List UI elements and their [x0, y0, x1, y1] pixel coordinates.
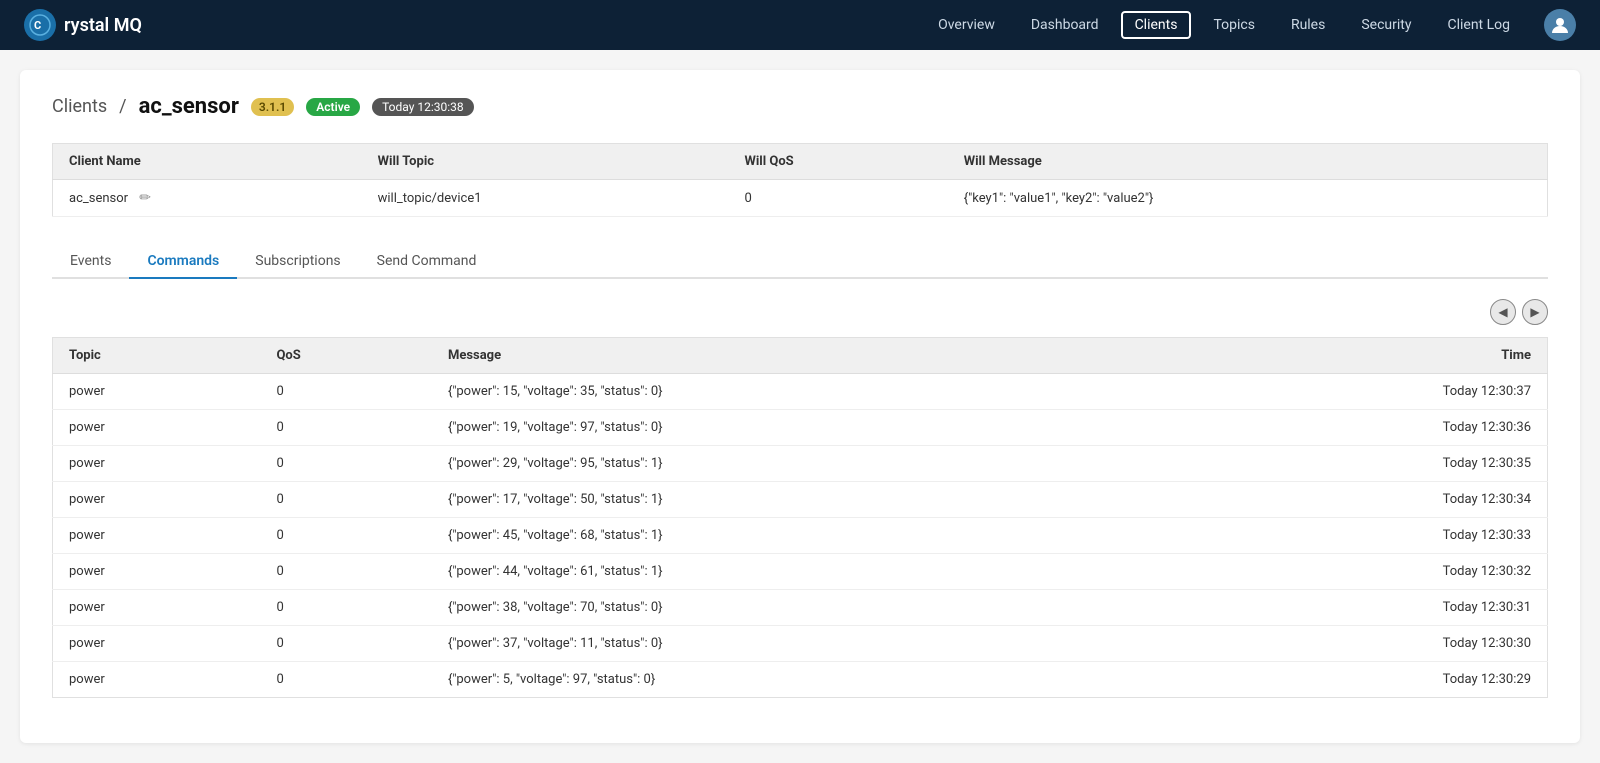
row-topic: power: [53, 410, 261, 446]
cmd-col-qos: QoS: [260, 338, 431, 374]
nav-rules[interactable]: Rules: [1277, 11, 1339, 39]
row-time: Today 12:30:31: [1179, 590, 1547, 626]
nav-client-log[interactable]: Client Log: [1433, 11, 1524, 39]
row-message: {"power": 38, "voltage": 70, "status": 0…: [432, 590, 1180, 626]
client-row: ac_sensor ✏ will_topic/device1 0 {"key1"…: [53, 180, 1548, 217]
table-row: power0{"power": 38, "voltage": 70, "stat…: [53, 590, 1548, 626]
row-message: {"power": 17, "voltage": 50, "status": 1…: [432, 482, 1180, 518]
nav-dashboard[interactable]: Dashboard: [1017, 11, 1113, 39]
table-row: power0{"power": 44, "voltage": 61, "stat…: [53, 554, 1548, 590]
nav-security[interactable]: Security: [1347, 11, 1425, 39]
row-time: Today 12:30:30: [1179, 626, 1547, 662]
scroll-left-button[interactable]: ◀: [1490, 299, 1516, 325]
row-message: {"power": 29, "voltage": 95, "status": 1…: [432, 446, 1180, 482]
row-qos: 0: [260, 626, 431, 662]
table-row: power0{"power": 45, "voltage": 68, "stat…: [53, 518, 1548, 554]
row-topic: power: [53, 662, 261, 698]
scroll-controls: ◀ ▶: [52, 299, 1548, 325]
row-qos: 0: [260, 662, 431, 698]
svg-text:C: C: [34, 19, 41, 32]
row-topic: power: [53, 482, 261, 518]
table-row: power0{"power": 15, "voltage": 35, "stat…: [53, 374, 1548, 410]
version-badge: 3.1.1: [251, 98, 294, 116]
breadcrumb-child: ac_sensor: [139, 94, 239, 119]
row-message: {"power": 15, "voltage": 35, "status": 0…: [432, 374, 1180, 410]
row-topic: power: [53, 626, 261, 662]
client-name-cell: ac_sensor ✏: [53, 180, 362, 217]
scroll-right-button[interactable]: ▶: [1522, 299, 1548, 325]
row-qos: 0: [260, 410, 431, 446]
breadcrumb-separator: /: [119, 96, 126, 117]
nav-topics[interactable]: Topics: [1199, 11, 1268, 39]
table-row: power0{"power": 17, "voltage": 50, "stat…: [53, 482, 1548, 518]
brand-text: rystal MQ: [64, 15, 142, 36]
tab-subscriptions[interactable]: Subscriptions: [237, 245, 358, 279]
row-qos: 0: [260, 518, 431, 554]
logo-icon: C: [24, 9, 56, 41]
user-avatar[interactable]: [1544, 9, 1576, 41]
row-qos: 0: [260, 374, 431, 410]
row-time: Today 12:30:32: [1179, 554, 1547, 590]
row-time: Today 12:30:29: [1179, 662, 1547, 698]
table-row: power0{"power": 19, "voltage": 97, "stat…: [53, 410, 1548, 446]
col-will-qos: Will QoS: [728, 144, 947, 180]
table-row: power0{"power": 5, "voltage": 97, "statu…: [53, 662, 1548, 698]
row-topic: power: [53, 518, 261, 554]
tab-events[interactable]: Events: [52, 245, 129, 279]
row-message: {"power": 45, "voltage": 68, "status": 1…: [432, 518, 1180, 554]
col-will-topic: Will Topic: [362, 144, 729, 180]
time-badge: Today 12:30:38: [372, 98, 474, 116]
cmd-col-topic: Topic: [53, 338, 261, 374]
tab-send-command[interactable]: Send Command: [359, 245, 495, 279]
table-row: power0{"power": 37, "voltage": 11, "stat…: [53, 626, 1548, 662]
client-will-message: {"key1": "value1", "key2": "value2"}: [948, 180, 1548, 217]
tabs-bar: Events Commands Subscriptions Send Comma…: [52, 245, 1548, 279]
nav-overview[interactable]: Overview: [924, 11, 1009, 39]
row-qos: 0: [260, 482, 431, 518]
nav-clients[interactable]: Clients: [1121, 11, 1192, 39]
client-info-table: Client Name Will Topic Will QoS Will Mes…: [52, 143, 1548, 217]
page-header: Clients / ac_sensor 3.1.1 Active Today 1…: [52, 94, 1548, 119]
client-will-qos: 0: [728, 180, 947, 217]
row-time: Today 12:30:36: [1179, 410, 1547, 446]
row-message: {"power": 5, "voltage": 97, "status": 0}: [432, 662, 1180, 698]
row-time: Today 12:30:33: [1179, 518, 1547, 554]
row-time: Today 12:30:35: [1179, 446, 1547, 482]
col-client-name: Client Name: [53, 144, 362, 180]
row-message: {"power": 37, "voltage": 11, "status": 0…: [432, 626, 1180, 662]
cmd-col-time: Time: [1179, 338, 1547, 374]
brand: C rystal MQ: [24, 9, 142, 41]
row-topic: power: [53, 446, 261, 482]
row-qos: 0: [260, 554, 431, 590]
edit-icon[interactable]: ✏: [139, 190, 151, 206]
row-topic: power: [53, 590, 261, 626]
cmd-col-message: Message: [432, 338, 1180, 374]
row-message: {"power": 44, "voltage": 61, "status": 1…: [432, 554, 1180, 590]
breadcrumb-parent: Clients: [52, 96, 107, 117]
row-time: Today 12:30:34: [1179, 482, 1547, 518]
row-time: Today 12:30:37: [1179, 374, 1547, 410]
row-qos: 0: [260, 590, 431, 626]
tab-commands[interactable]: Commands: [129, 245, 237, 279]
row-message: {"power": 19, "voltage": 97, "status": 0…: [432, 410, 1180, 446]
navbar: C rystal MQ Overview Dashboard Clients T…: [0, 0, 1600, 50]
col-will-message: Will Message: [948, 144, 1548, 180]
table-row: power0{"power": 29, "voltage": 95, "stat…: [53, 446, 1548, 482]
row-qos: 0: [260, 446, 431, 482]
row-topic: power: [53, 554, 261, 590]
row-topic: power: [53, 374, 261, 410]
commands-table: Topic QoS Message Time power0{"power": 1…: [52, 337, 1548, 698]
status-badge: Active: [306, 98, 360, 116]
client-will-topic: will_topic/device1: [362, 180, 729, 217]
main-content: Clients / ac_sensor 3.1.1 Active Today 1…: [20, 70, 1580, 743]
